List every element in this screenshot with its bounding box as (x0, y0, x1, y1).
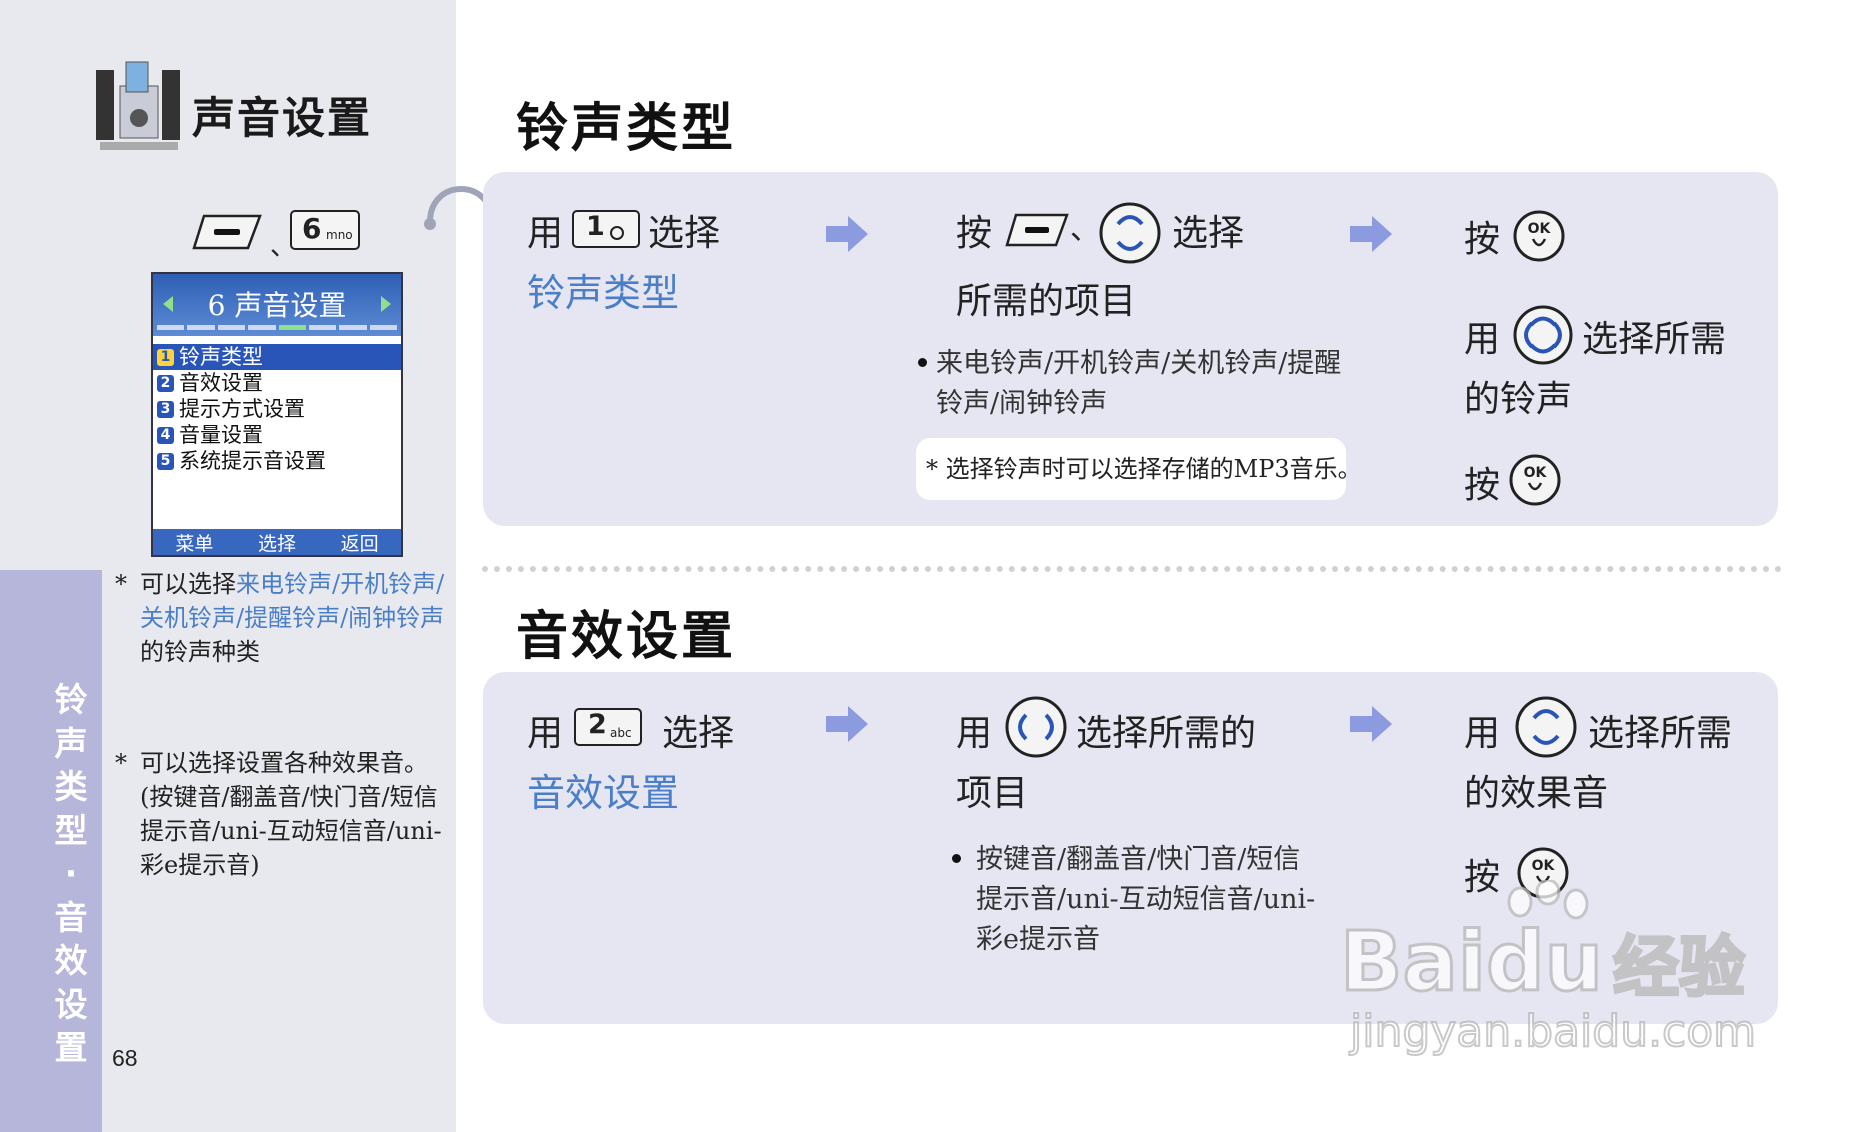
arrow-right-icon (1350, 706, 1392, 742)
softkey-menu[interactable]: 菜单 (175, 529, 213, 556)
speaker-system-icon (96, 61, 180, 150)
softkey-back[interactable]: 返回 (341, 529, 379, 556)
soft-key-icon (192, 214, 262, 250)
key-two-icon: 2 abc (574, 708, 642, 746)
nav-left-right-key-icon (1005, 696, 1067, 758)
key-six-icon: 6 mno (290, 210, 360, 250)
ok-key-icon: OK (1513, 210, 1565, 262)
voicemail-icon (610, 226, 624, 240)
soft-key-icon (1005, 213, 1069, 247)
phone-header: 6 声音设置 (153, 274, 401, 336)
dotted-divider (482, 566, 1782, 572)
phone-menu-item[interactable]: 5 系统提示音设置 (153, 448, 401, 474)
svg-text:OK: OK (1528, 221, 1552, 237)
side-note-effects: * 可以选择设置各种效果音。(按键音/翻盖音/快门音/短信提示音/uni-互动短… (115, 749, 442, 879)
arrow-right-icon (381, 296, 391, 312)
note-box: * 选择铃声时可以选择存储的MP3音乐。 (916, 438, 1362, 500)
phone-menu-item[interactable]: 4 音量设置 (153, 422, 401, 448)
key-one-icon: 1 (572, 210, 640, 248)
nav-up-down-key-icon (1099, 202, 1161, 264)
arrow-right-icon (826, 216, 868, 252)
phone-menu-item[interactable]: 2 音效设置 (153, 370, 401, 396)
svg-text:OK: OK (1532, 858, 1556, 874)
phone-screen: 6 声音设置 1 铃声类型 2 音效设置 3 提示方式设置 4 音量设置 5 系统提示音设… (151, 272, 403, 557)
phone-softkey-bar: 菜单 选择 返回 (153, 529, 401, 555)
nav-up-down-key-icon (1515, 696, 1577, 758)
side-tab-label: 铃声类 型 · 音 效设置 (54, 680, 88, 1067)
phone-title: 6 声音设置 (207, 289, 347, 322)
chapter-title: 声音设置 (192, 94, 372, 144)
svg-text:OK: OK (1524, 465, 1548, 481)
arrow-right-icon (826, 706, 868, 742)
bullet (952, 854, 961, 863)
nav-four-way-key-icon (1513, 305, 1573, 365)
section-title-ringtone: 铃声类型 (516, 99, 737, 159)
arrow-right-icon (1350, 216, 1392, 252)
phone-menu-item[interactable]: 1 铃声类型 (153, 344, 401, 370)
section-title-sound-effects: 音效设置 (516, 607, 737, 667)
phone-tab-strip (157, 325, 397, 330)
baidu-jingyan-watermark: Baidu 经验 jingyan.baidu.com (1339, 880, 1780, 1060)
bullet (918, 358, 927, 367)
ok-key-icon: OK (1509, 454, 1561, 506)
phone-menu-item[interactable]: 3 提示方式设置 (153, 396, 401, 422)
page-number: 68 (112, 1045, 138, 1071)
phone-menu-list: 1 铃声类型 2 音效设置 3 提示方式设置 4 音量设置 5 系统提示音设置 (153, 344, 401, 474)
side-note-ringtone: * 可以选择来电铃声/开机铃声/关机铃声/提醒铃声/闹钟铃声的铃声种类 (115, 570, 445, 666)
softkey-select[interactable]: 选择 (258, 529, 296, 556)
